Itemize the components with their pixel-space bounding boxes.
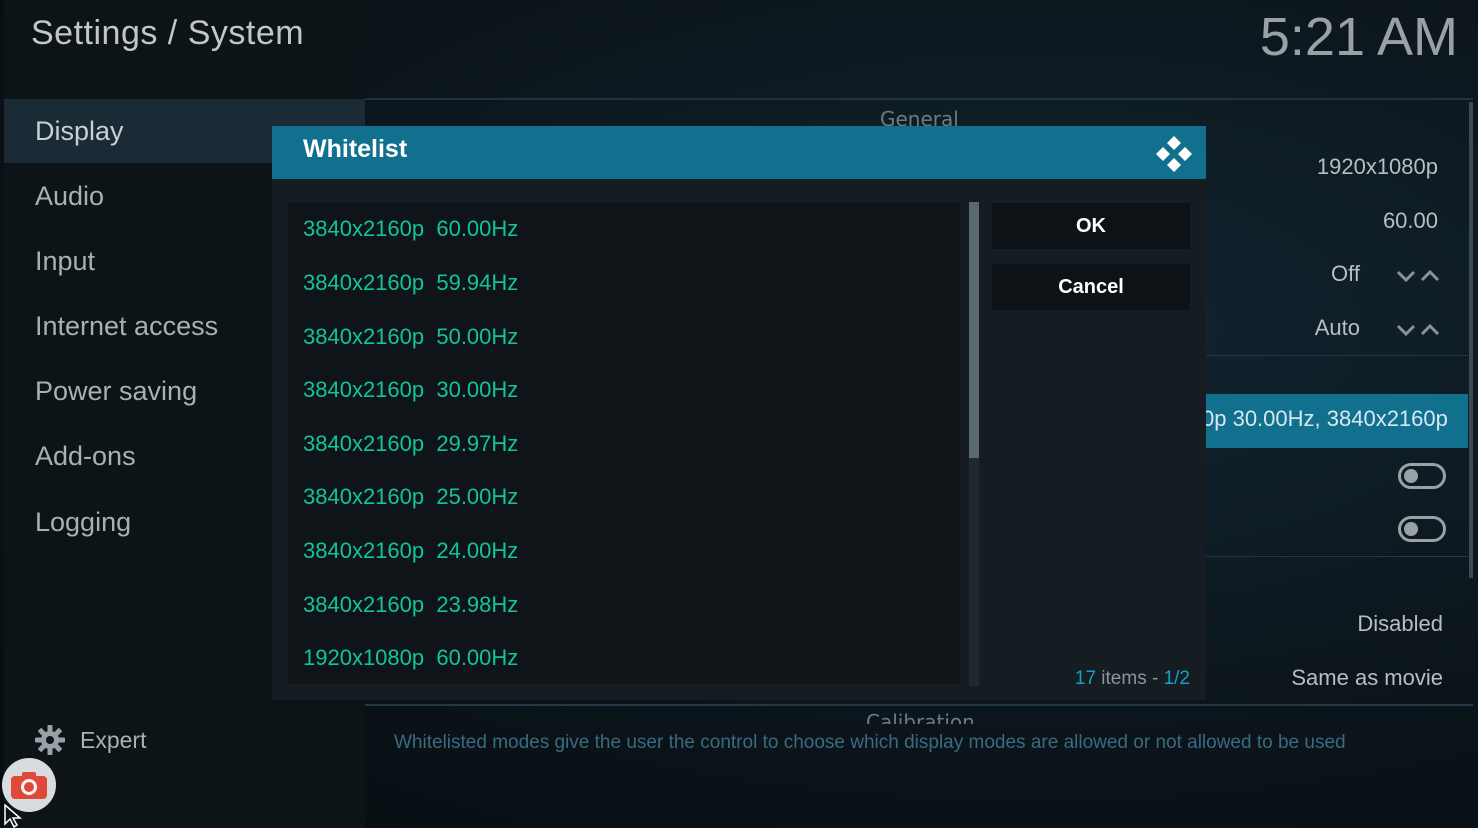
settings-level-label: Expert (80, 726, 147, 753)
list-item[interactable]: 1920x1080p 60.00Hz (303, 631, 518, 685)
section-header-calibration: Calibration (866, 710, 975, 724)
toggle-switch[interactable] (1398, 463, 1446, 489)
items-count-number: 17 (1074, 668, 1097, 689)
divider (1206, 556, 1468, 557)
whitelist-setting-value: 0p 30.00Hz, 3840x2160p (1206, 406, 1448, 431)
resolution-value: 1920x1080p (1316, 154, 1438, 179)
whitelist-dialog: Whitelist 3840x2160p 60.00Hz 3840x2160p … (272, 126, 1206, 700)
items-count: 17 items - 1/2 (1075, 668, 1190, 690)
spinner-arrows-icon[interactable] (1394, 320, 1442, 340)
clock: 5:21 AM (1259, 7, 1458, 67)
list-item[interactable]: 3840x2160p 25.00Hz (303, 470, 518, 524)
ok-button[interactable]: OK (992, 203, 1190, 249)
whitelist-setting-row[interactable]: 0p 30.00Hz, 3840x2160p (1206, 394, 1468, 448)
settings-level-button[interactable]: Expert (34, 722, 146, 758)
disabled-value: Disabled (1357, 611, 1443, 636)
kodi-logo-icon[interactable] (1154, 134, 1194, 174)
cancel-button[interactable]: Cancel (992, 264, 1190, 310)
list-item[interactable]: 3840x2160p 59.94Hz (303, 256, 518, 310)
setting-auto-value: Auto (1314, 315, 1360, 340)
spinner-arrows-icon[interactable] (1394, 266, 1442, 286)
dialog-title: Whitelist (303, 135, 408, 163)
dialog-header: Whitelist (272, 126, 1206, 179)
list-item[interactable]: 3840x2160p 50.00Hz (303, 310, 518, 364)
setting-description: Whitelisted modes give the user the cont… (394, 732, 1346, 753)
divider (365, 704, 1473, 706)
page-title: Settings / System (31, 14, 305, 52)
resolution-list: 3840x2160p 60.00Hz 3840x2160p 59.94Hz 38… (288, 202, 960, 684)
scrollbar-thumb[interactable] (969, 202, 979, 458)
items-count-label: items - (1096, 668, 1164, 689)
mouse-cursor-icon (4, 804, 23, 828)
scrollbar[interactable] (1469, 102, 1473, 578)
camera-icon (11, 772, 47, 799)
refresh-rate-value: 60.00 (1382, 208, 1438, 233)
setting-off-value: Off (1331, 261, 1360, 286)
divider (1206, 355, 1468, 356)
page-indicator: 1/2 (1163, 668, 1190, 689)
divider (365, 98, 1473, 100)
list-item[interactable]: 3840x2160p 23.98Hz (303, 578, 518, 632)
toggle-switch[interactable] (1398, 516, 1446, 542)
list-item[interactable]: 3840x2160p 60.00Hz (303, 202, 518, 256)
same-as-movie-value: Same as movie (1291, 665, 1443, 690)
list-item[interactable]: 3840x2160p 29.97Hz (303, 417, 518, 471)
list-item[interactable]: 3840x2160p 24.00Hz (303, 524, 518, 578)
gear-icon (35, 725, 65, 755)
list-item[interactable]: 3840x2160p 30.00Hz (303, 363, 518, 417)
list-scrollbar[interactable] (969, 202, 979, 686)
